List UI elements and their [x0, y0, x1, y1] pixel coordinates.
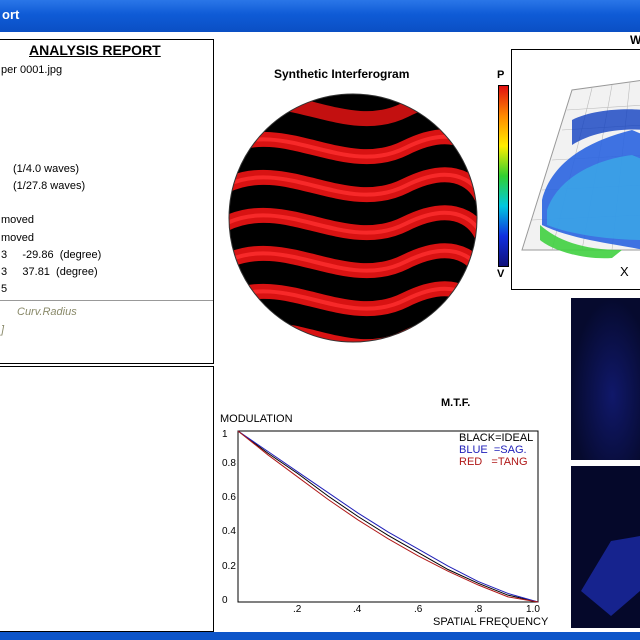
x-tick-0.4: .4 — [353, 604, 362, 615]
report-rms-waves: (1/27.8 waves) — [13, 180, 86, 192]
y-tick-1: 1 — [222, 429, 228, 440]
mtf-title: M.T.F. — [441, 397, 471, 409]
curv-radius-label: Curv.Radius — [17, 306, 77, 318]
x-tick-1.0: 1.0 — [526, 604, 540, 615]
scale-peak-label: P — [497, 69, 505, 81]
lower-left-panel — [0, 366, 214, 632]
y-tick-0.6: 0.6 — [222, 492, 236, 503]
legend-ideal: BLACK=IDEAL — [459, 432, 534, 444]
preview-bottom-shape — [581, 536, 640, 616]
preview-bottom — [571, 466, 640, 628]
color-scale-bar — [498, 85, 509, 267]
legend-tang: RED =TANG — [459, 456, 528, 468]
report-removed-1: moved — [1, 214, 35, 226]
surface-plot-3d — [521, 80, 640, 259]
interferogram-image — [228, 93, 478, 343]
report-filename: per 0001.jpg — [1, 64, 63, 76]
legend-sag: BLUE =SAG. — [459, 444, 527, 456]
report-heading: ANALYSIS REPORT — [29, 42, 161, 58]
interferogram-title: Synthetic Interferogram — [274, 67, 410, 81]
report-removed-2: moved — [1, 232, 35, 244]
surface-plot-panel: X — [511, 49, 640, 290]
scale-valley-label: V — [497, 268, 505, 280]
report-angle-1: 3 -29.86 (degree) — [1, 249, 102, 261]
mtf-x-title: SPATIAL FREQUENCY — [433, 616, 549, 628]
surface-plot-title: W — [630, 33, 640, 47]
y-tick-0.4: 0.4 — [222, 526, 236, 537]
y-tick-0: 0 — [222, 595, 228, 606]
mtf-y-title: MODULATION — [220, 413, 293, 425]
x-tick-0.8: .8 — [474, 604, 483, 615]
curv-radius-bracket: ] — [1, 324, 5, 336]
x-tick-0.6: .6 — [414, 604, 423, 615]
window-title: ort — [2, 7, 20, 22]
report-pv-waves: (1/4.0 waves) — [13, 163, 80, 175]
surface-x-axis-label: X — [620, 264, 629, 279]
y-tick-0.8: 0.8 — [222, 458, 236, 469]
report-value-5: 5 — [1, 283, 8, 295]
report-divider — [0, 300, 213, 301]
preview-top — [571, 298, 640, 460]
y-tick-0.2: 0.2 — [222, 561, 236, 572]
x-tick-0.2: .2 — [293, 604, 302, 615]
report-panel: ANALYSIS REPORT per 0001.jpg (1/4.0 wave… — [0, 39, 214, 364]
window-bottom-border — [0, 632, 640, 640]
report-angle-2: 3 37.81 (degree) — [1, 266, 98, 278]
window-titlebar[interactable]: ort — [0, 0, 640, 32]
